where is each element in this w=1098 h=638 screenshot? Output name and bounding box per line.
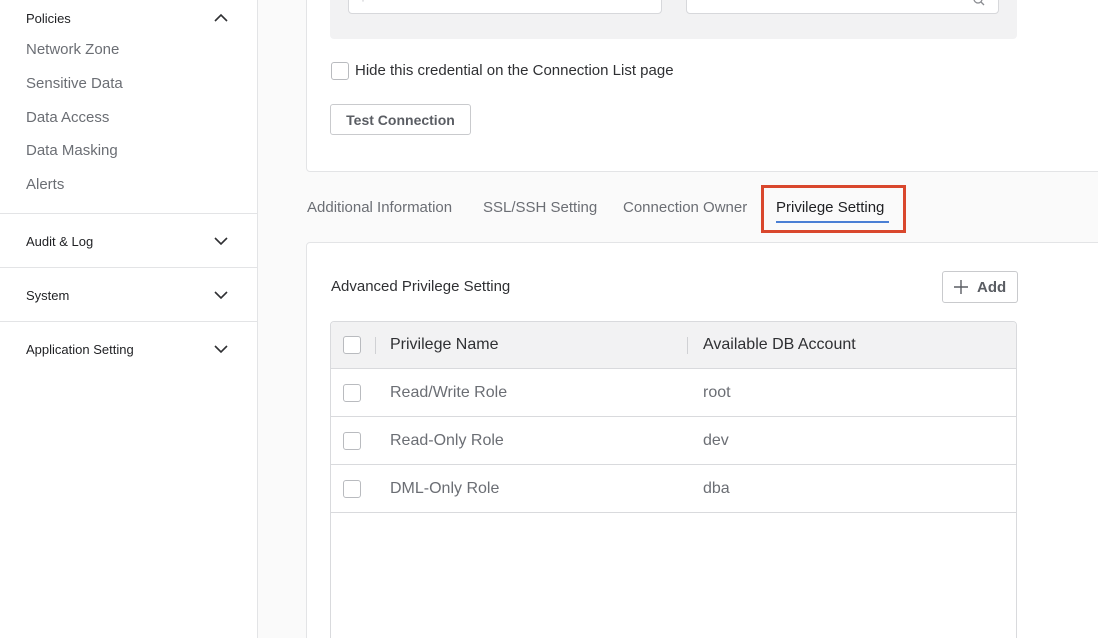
db-account-cell: root [703, 384, 731, 401]
hide-credential-checkbox[interactable] [331, 62, 349, 80]
hide-credential-label: Hide this credential on the Connection L… [355, 62, 674, 79]
sidebar-section-label: Policies [26, 10, 71, 26]
db-account-cell: dev [703, 432, 729, 449]
highlight-annotation [761, 185, 906, 233]
sidebar-divider [0, 213, 257, 214]
sidebar: Policies Network Zone Sensitive Data Dat… [0, 0, 258, 638]
column-separator [687, 337, 688, 354]
sidebar-section-label: System [26, 287, 70, 303]
sidebar-section-label: Audit & Log [26, 233, 94, 249]
row-checkbox[interactable] [343, 432, 361, 450]
privilege-table: Privilege Name Available DB Account Read… [330, 321, 1017, 638]
eye-icon[interactable] [972, 0, 986, 7]
test-connection-button[interactable]: Test Connection [330, 104, 471, 135]
table-row[interactable]: DML-Only Role dba [331, 465, 1016, 513]
sidebar-item-alerts[interactable]: Alerts [26, 176, 64, 193]
sidebar-item-sensitive-data[interactable]: Sensitive Data [26, 75, 123, 92]
chevron-down-icon [214, 237, 228, 246]
tab-connection-owner[interactable]: Connection Owner [623, 199, 747, 216]
column-header-privilege-name[interactable]: Privilege Name [390, 336, 498, 354]
chevron-down-icon [214, 291, 228, 300]
sidebar-section-application-setting[interactable]: Application Setting [0, 334, 257, 364]
plus-icon [954, 280, 968, 294]
table-row[interactable]: Read/Write Role root [331, 369, 1016, 417]
sidebar-item-data-access[interactable]: Data Access [26, 109, 109, 126]
privilege-name-cell: DML-Only Role [390, 480, 500, 497]
sidebar-divider [0, 321, 257, 322]
section-title: Advanced Privilege Setting [331, 278, 511, 295]
table-header: Privilege Name Available DB Account [331, 322, 1016, 369]
sidebar-section-label: Application Setting [26, 341, 134, 357]
column-separator [375, 337, 376, 354]
table-row[interactable]: Read-Only Role dev [331, 417, 1016, 465]
column-header-available-db-account[interactable]: Available DB Account [703, 336, 856, 354]
row-checkbox[interactable] [343, 384, 361, 402]
privilege-name-cell: Read-Only Role [390, 432, 504, 449]
add-button[interactable]: Add [942, 271, 1018, 303]
tab-additional-information[interactable]: Additional Information [307, 199, 452, 216]
sidebar-section-policies[interactable]: Policies [0, 3, 257, 33]
sidebar-item-data-masking[interactable]: Data Masking [26, 142, 118, 159]
add-button-label: Add [977, 278, 1007, 296]
select-all-checkbox[interactable] [343, 336, 361, 354]
chevron-up-icon [214, 13, 228, 22]
tab-ssl-ssh-setting[interactable]: SSL/SSH Setting [483, 199, 597, 216]
row-checkbox[interactable] [343, 480, 361, 498]
field-placeholder: · [361, 0, 365, 7]
chevron-down-icon [214, 345, 228, 354]
privilege-name-cell: Read/Write Role [390, 384, 508, 401]
sidebar-section-audit-log[interactable]: Audit & Log [0, 226, 257, 256]
sidebar-section-system[interactable]: System [0, 280, 257, 310]
db-account-cell: dba [703, 480, 730, 497]
sidebar-item-network-zone[interactable]: Network Zone [26, 41, 119, 58]
password-field[interactable] [686, 0, 999, 14]
sidebar-divider [0, 267, 257, 268]
username-field[interactable]: · [348, 0, 662, 14]
